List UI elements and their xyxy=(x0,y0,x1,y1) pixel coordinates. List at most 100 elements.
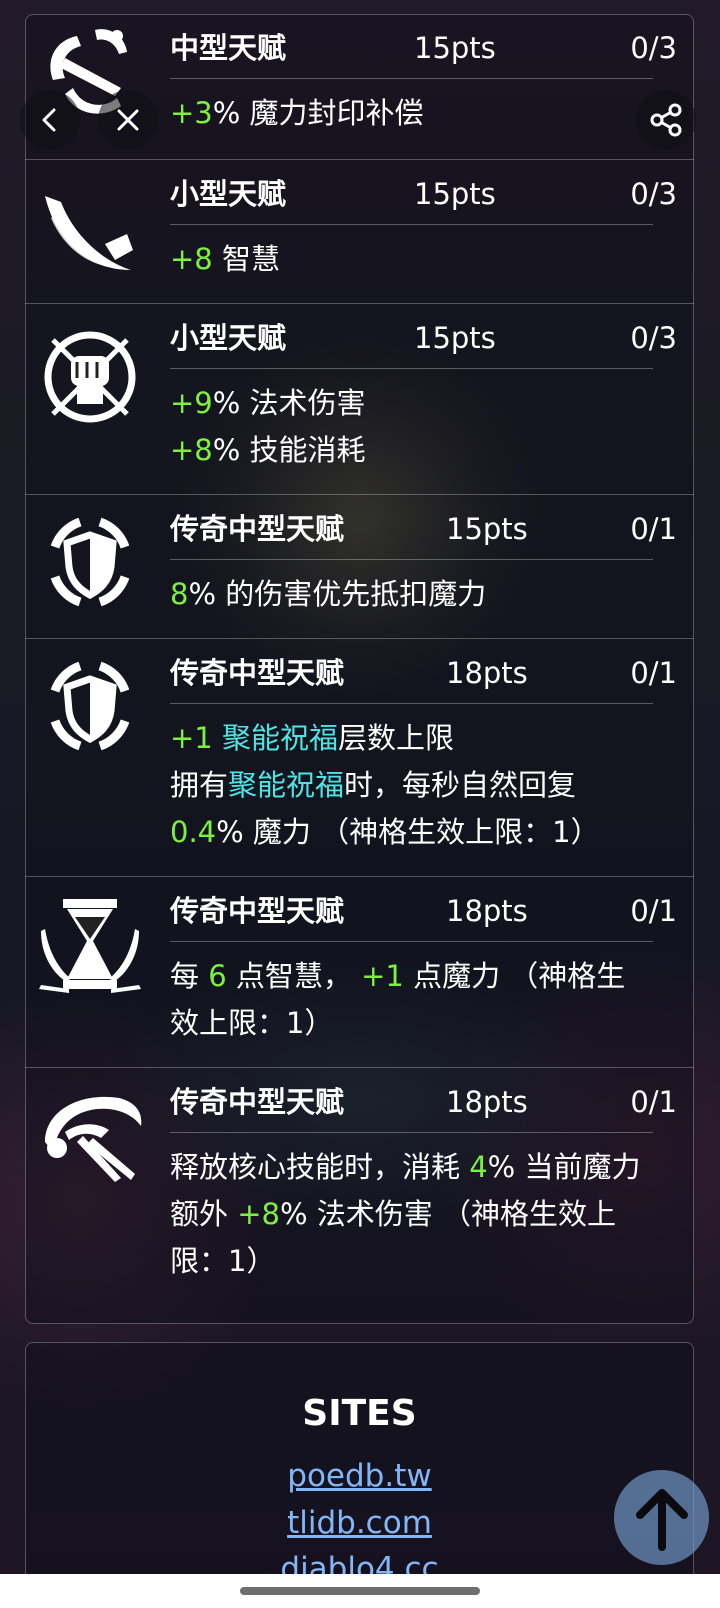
legendary-talent-claw-icon xyxy=(35,1082,145,1192)
effect-value: 8 xyxy=(170,577,189,611)
small-talent-crescent-icon xyxy=(35,178,145,288)
divider xyxy=(170,1132,653,1133)
effect-text: 释放核心技能时，消耗 xyxy=(170,1150,470,1184)
home-gesture-handle[interactable] xyxy=(240,1587,480,1595)
effect-text: 智慧 xyxy=(212,242,280,276)
effect-text: 拥有 xyxy=(170,768,229,802)
divider xyxy=(170,941,653,942)
talent-rank-count: 0/1 xyxy=(630,1085,677,1119)
sites-title: SITES xyxy=(302,1393,417,1434)
effect-line: +1 聚能祝福层数上限 xyxy=(170,715,675,762)
divider xyxy=(170,368,653,369)
effect-value: +1 xyxy=(361,959,404,993)
effect-text: 点智慧， xyxy=(226,959,362,993)
effect-text: 层数上限 xyxy=(337,721,454,755)
effect-line: 效上限：1） xyxy=(170,1000,675,1047)
talent-points: 15pts xyxy=(446,512,528,546)
small-talent-fist-icon xyxy=(35,322,145,432)
talent-row: 传奇中型天赋 18pts 0/1 +1 聚能祝福层数上限 拥有聚能祝福时，每秒自然回复 0… xyxy=(25,638,694,849)
back-button[interactable] xyxy=(20,90,80,150)
effect-text: % 当前魔力 xyxy=(487,1150,641,1184)
talent-row: 传奇中型天赋 18pts 0/1 释放核心技能时，消耗 4% 当前魔力 额外 +8% 法… xyxy=(25,1067,694,1278)
talent-rank-count: 0/1 xyxy=(630,512,677,546)
effect-line: 释放核心技能时，消耗 4% 当前魔力 xyxy=(170,1144,675,1191)
effect-line: +8% 技能消耗 xyxy=(170,427,675,474)
effect-line: 拥有聚能祝福时，每秒自然回复 xyxy=(170,762,675,809)
effect-text: 每 xyxy=(170,959,209,993)
talent-name: 小型天赋 xyxy=(170,321,287,355)
effect-keyword: 聚能祝福 xyxy=(228,768,345,802)
talent-effects: +9% 法术伤害 +8% 技能消耗 xyxy=(170,380,675,474)
divider xyxy=(170,78,653,79)
talent-effects: 每 6 点智慧， +1 点魔力 （神格生效上限：1） xyxy=(170,953,675,1047)
talent-effects: 8% 的伤害优先抵扣魔力 xyxy=(170,571,675,618)
talent-name: 传奇中型天赋 xyxy=(170,656,345,690)
talent-points: 15pts xyxy=(414,31,496,65)
effect-line: +3% 魔力封印补偿 xyxy=(170,90,675,137)
talent-effects: +8 智慧 xyxy=(170,236,675,283)
scroll-to-top-button[interactable] xyxy=(614,1470,709,1565)
effect-text: 效上限：1） xyxy=(170,1006,334,1040)
effect-value: +9 xyxy=(170,386,213,420)
talent-rank-count: 0/1 xyxy=(630,656,677,690)
legendary-talent-shield-icon xyxy=(35,507,145,617)
effect-text: 点魔力 （神格生 xyxy=(403,959,626,993)
legendary-talent-shield-icon xyxy=(35,651,145,761)
talent-effects: +1 聚能祝福层数上限 拥有聚能祝福时，每秒自然回复 0.4% 魔力 （神格生效上限… xyxy=(170,715,675,856)
site-link-poedb[interactable]: poedb.tw xyxy=(26,1458,693,1494)
divider xyxy=(170,559,653,560)
effect-line: 每 6 点智慧， +1 点魔力 （神格生 xyxy=(170,953,675,1000)
talent-points: 18pts xyxy=(446,894,528,928)
divider xyxy=(170,703,653,704)
share-icon xyxy=(650,103,682,137)
effect-text: 时，每秒自然回复 xyxy=(344,768,577,802)
close-icon xyxy=(117,109,139,131)
effect-value: +3 xyxy=(170,96,213,130)
talent-points: 18pts xyxy=(446,1085,528,1119)
talent-row: 小型天赋 15pts 0/3 +8 智慧 xyxy=(25,159,694,276)
effect-text: % 技能消耗 xyxy=(212,433,366,467)
effect-line: 0.4% 魔力 （神格生效上限：1） xyxy=(170,809,675,856)
effect-text: % 的伤害优先抵扣魔力 xyxy=(188,577,487,611)
talent-effects: 释放核心技能时，消耗 4% 当前魔力 额外 +8% 法术伤害 （神格生效上 限：1） xyxy=(170,1144,675,1285)
share-button[interactable] xyxy=(636,90,696,150)
arrow-up-icon xyxy=(635,1488,688,1551)
talent-points: 15pts xyxy=(414,321,496,355)
talent-rank-count: 0/3 xyxy=(630,31,677,65)
effect-line: 8% 的伤害优先抵扣魔力 xyxy=(170,571,675,618)
talent-name: 传奇中型天赋 xyxy=(170,1085,345,1119)
effect-keyword: 聚能祝福 xyxy=(221,721,338,755)
legendary-talent-hourglass-icon xyxy=(35,889,145,999)
effect-value: 4 xyxy=(469,1150,488,1184)
talent-name: 传奇中型天赋 xyxy=(170,512,345,546)
effect-value: 6 xyxy=(208,959,227,993)
talent-row: 传奇中型天赋 18pts 0/1 每 6 点智慧， +1 点魔力 （神格生效上限：1） xyxy=(25,876,694,1040)
effect-value: +8 xyxy=(170,242,213,276)
chevron-left-icon xyxy=(42,108,56,132)
sites-section: SITES poedb.tw tlidb.com diablo4.cc xyxy=(25,1342,694,1602)
talent-row: 传奇中型天赋 15pts 0/1 8% 的伤害优先抵扣魔力 xyxy=(25,494,694,611)
talent-rank-count: 0/3 xyxy=(630,321,677,355)
effect-value: +1 xyxy=(170,721,213,755)
talent-rank-count: 0/3 xyxy=(630,177,677,211)
effect-text: % 魔力 （神格生效上限：1） xyxy=(216,815,600,849)
close-button[interactable] xyxy=(98,90,158,150)
effect-text: % 法术伤害 xyxy=(212,386,366,420)
talent-name: 传奇中型天赋 xyxy=(170,894,345,928)
talent-row: 小型天赋 15pts 0/3 +9% 法术伤害 +8% 技能消耗 xyxy=(25,303,694,467)
talent-rank-count: 0/1 xyxy=(630,894,677,928)
effect-line: +9% 法术伤害 xyxy=(170,380,675,427)
effect-text: % 法术伤害 （神格生效上 xyxy=(279,1197,616,1231)
talent-effects: +3% 魔力封印补偿 xyxy=(170,90,675,137)
site-link-tlidb[interactable]: tlidb.com xyxy=(26,1505,693,1541)
effect-line: 限：1） xyxy=(170,1238,675,1285)
talent-points: 15pts xyxy=(414,177,496,211)
effect-text xyxy=(213,721,222,755)
talent-name: 中型天赋 xyxy=(170,31,287,65)
talent-points: 18pts xyxy=(446,656,528,690)
effect-value: 0.4 xyxy=(170,815,217,849)
effect-value: +8 xyxy=(170,433,213,467)
effect-line: 额外 +8% 法术伤害 （神格生效上 xyxy=(170,1191,675,1238)
effect-line: +8 智慧 xyxy=(170,236,675,283)
effect-text: % 魔力封印补偿 xyxy=(212,96,424,130)
